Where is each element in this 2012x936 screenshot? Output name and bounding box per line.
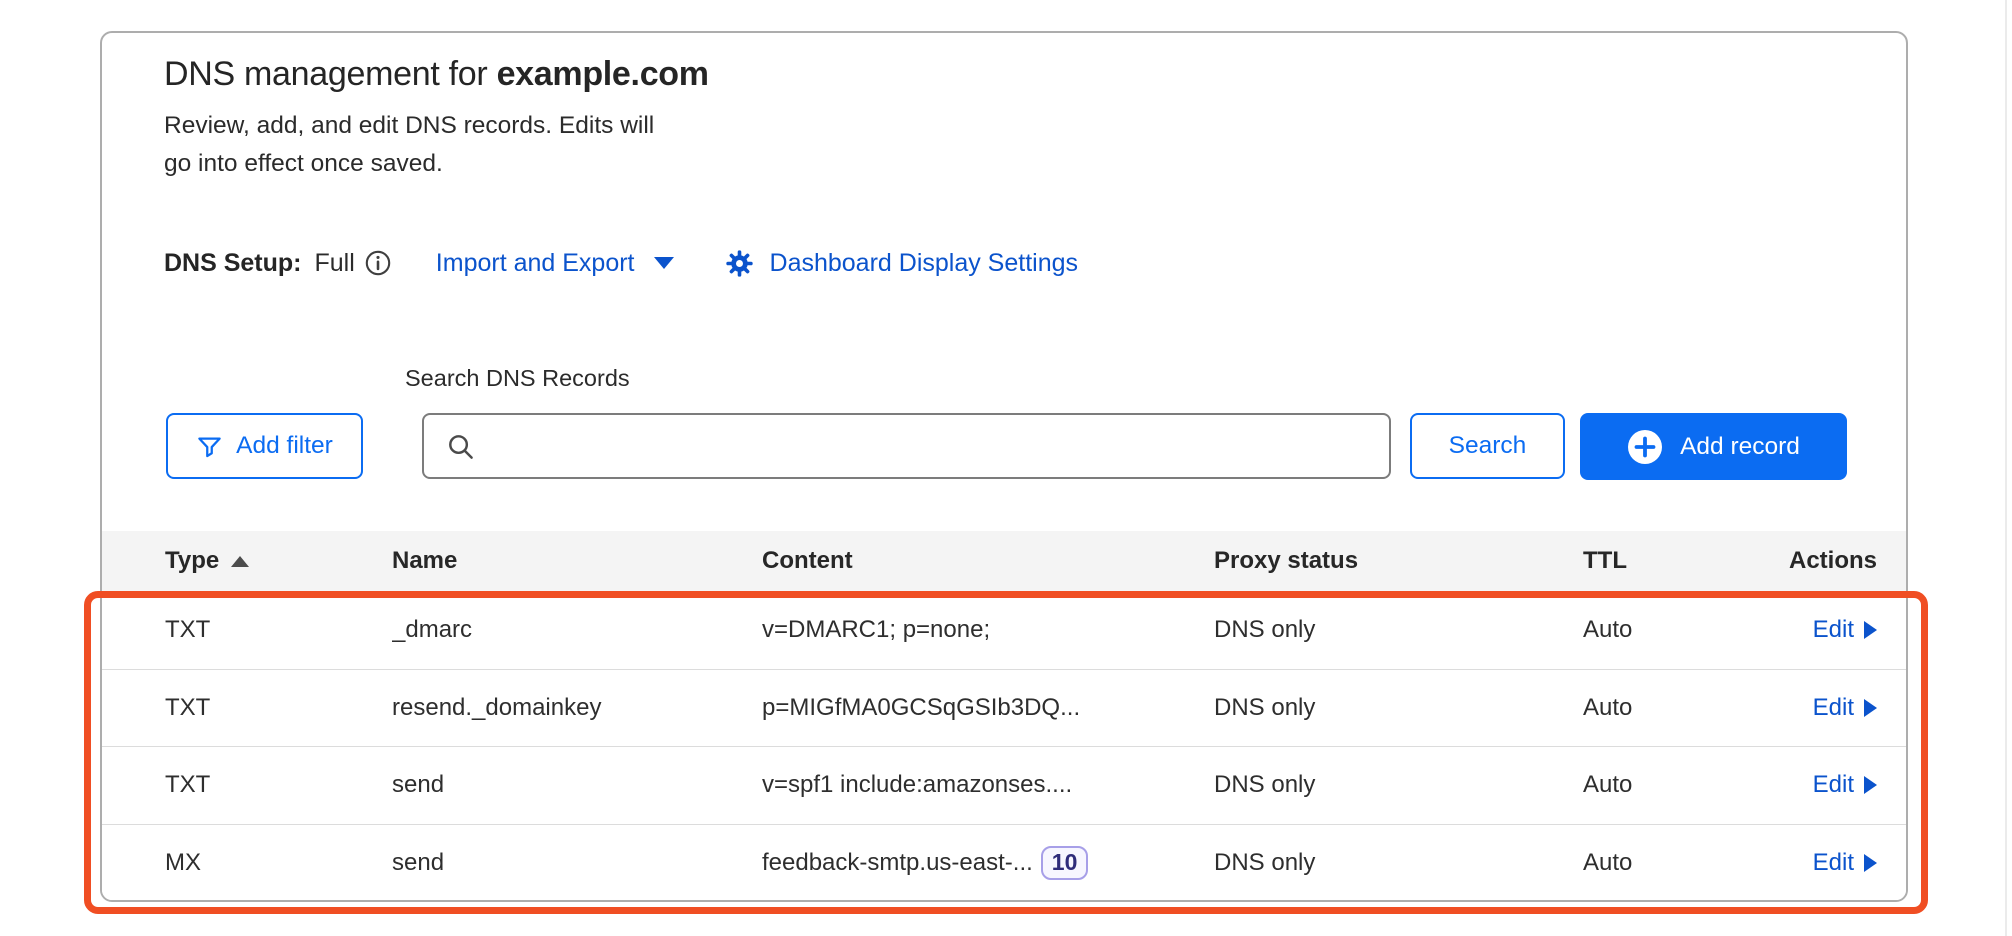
table-body: TXT _dmarc v=DMARC1; p=none; DNS only Au… (102, 591, 1906, 901)
table-row: TXT send v=spf1 include:amazonses.... DN… (102, 746, 1906, 824)
record-name: _dmarc (392, 616, 762, 644)
panel-edge-divider (2005, 0, 2007, 936)
search-dns-records-label: Search DNS Records (405, 365, 630, 392)
import-export-label: Import and Export (436, 249, 635, 278)
dns-setup-row: DNS Setup: Full Import and Export (164, 243, 1078, 283)
subtitle-line-2: go into effect once saved. (164, 145, 654, 183)
info-icon[interactable] (364, 249, 392, 277)
edit-label: Edit (1813, 771, 1854, 799)
record-content: feedback-smtp.us-east-...10 (762, 846, 1214, 880)
add-filter-button[interactable]: Add filter (166, 413, 363, 479)
filter-funnel-icon (196, 433, 223, 460)
record-actions: Edit (1783, 616, 1877, 644)
add-filter-label: Add filter (236, 432, 333, 460)
chevron-right-icon (1864, 854, 1877, 872)
record-proxy-status: DNS only (1214, 694, 1583, 722)
dashboard-display-settings-link[interactable]: Dashboard Display Settings (770, 249, 1079, 278)
record-type: TXT (165, 616, 392, 644)
record-ttl: Auto (1583, 616, 1783, 644)
record-actions: Edit (1783, 771, 1877, 799)
record-content: v=spf1 include:amazonses.... (762, 771, 1214, 799)
record-type: TXT (165, 694, 392, 722)
search-icon (445, 431, 476, 462)
record-name: send (392, 849, 762, 877)
column-header-name: Name (392, 547, 762, 575)
record-type: MX (165, 849, 392, 877)
dns-records-table: Type Name Content Proxy status TTL Actio… (102, 531, 1906, 901)
page: DNS management for example.com Review, a… (0, 0, 2012, 936)
record-proxy-status: DNS only (1214, 771, 1583, 799)
edit-label: Edit (1813, 694, 1854, 722)
column-header-actions: Actions (1783, 547, 1877, 575)
subtitle-line-1: Review, add, and edit DNS records. Edits… (164, 107, 654, 145)
add-record-button[interactable]: Add record (1580, 413, 1847, 480)
page-title: DNS management for example.com (164, 53, 709, 95)
column-header-ttl: TTL (1583, 547, 1783, 575)
page-title-prefix: DNS management for (164, 55, 497, 93)
chevron-right-icon (1864, 699, 1877, 717)
import-export-link[interactable]: Import and Export (436, 249, 674, 278)
table-row: TXT resend._domainkey p=MIGfMA0GCSqGSIb3… (102, 669, 1906, 747)
record-name: send (392, 771, 762, 799)
plus-circle-icon (1627, 429, 1663, 465)
add-record-label: Add record (1680, 433, 1800, 461)
search-button[interactable]: Search (1410, 413, 1565, 479)
column-header-type[interactable]: Type (165, 547, 392, 575)
table-row: TXT _dmarc v=DMARC1; p=none; DNS only Au… (102, 591, 1906, 669)
mx-priority-badge: 10 (1041, 846, 1089, 880)
edit-record-button[interactable]: Edit (1813, 771, 1877, 799)
table-header-row: Type Name Content Proxy status TTL Actio… (102, 531, 1906, 591)
edit-record-button[interactable]: Edit (1813, 849, 1877, 877)
search-input[interactable] (488, 415, 1389, 477)
table-row: MX send feedback-smtp.us-east-...10 DNS … (102, 824, 1906, 902)
search-input-container (422, 413, 1391, 479)
chevron-right-icon (1864, 621, 1877, 639)
column-header-content: Content (762, 547, 1214, 575)
edit-label: Edit (1813, 849, 1854, 877)
edit-record-button[interactable]: Edit (1813, 694, 1877, 722)
dns-setup-label: DNS Setup: (164, 249, 302, 278)
column-header-proxy-status: Proxy status (1214, 547, 1583, 575)
page-subtitle: Review, add, and edit DNS records. Edits… (164, 107, 654, 183)
sort-ascending-icon (231, 556, 249, 567)
dns-management-card: DNS management for example.com Review, a… (100, 31, 1908, 902)
record-ttl: Auto (1583, 771, 1783, 799)
chevron-right-icon (1864, 776, 1877, 794)
record-content: p=MIGfMA0GCSqGSIb3DQ... (762, 694, 1214, 722)
record-actions: Edit (1783, 849, 1877, 877)
record-proxy-status: DNS only (1214, 616, 1583, 644)
record-ttl: Auto (1583, 849, 1783, 877)
record-ttl: Auto (1583, 694, 1783, 722)
edit-label: Edit (1813, 616, 1854, 644)
record-content: v=DMARC1; p=none; (762, 616, 1214, 644)
record-name: resend._domainkey (392, 694, 762, 722)
page-title-domain: example.com (497, 55, 709, 93)
chevron-down-icon (654, 257, 674, 269)
gear-icon (724, 248, 755, 279)
dns-setup-value: Full (315, 249, 355, 278)
record-type: TXT (165, 771, 392, 799)
edit-record-button[interactable]: Edit (1813, 616, 1877, 644)
record-proxy-status: DNS only (1214, 849, 1583, 877)
record-actions: Edit (1783, 694, 1877, 722)
